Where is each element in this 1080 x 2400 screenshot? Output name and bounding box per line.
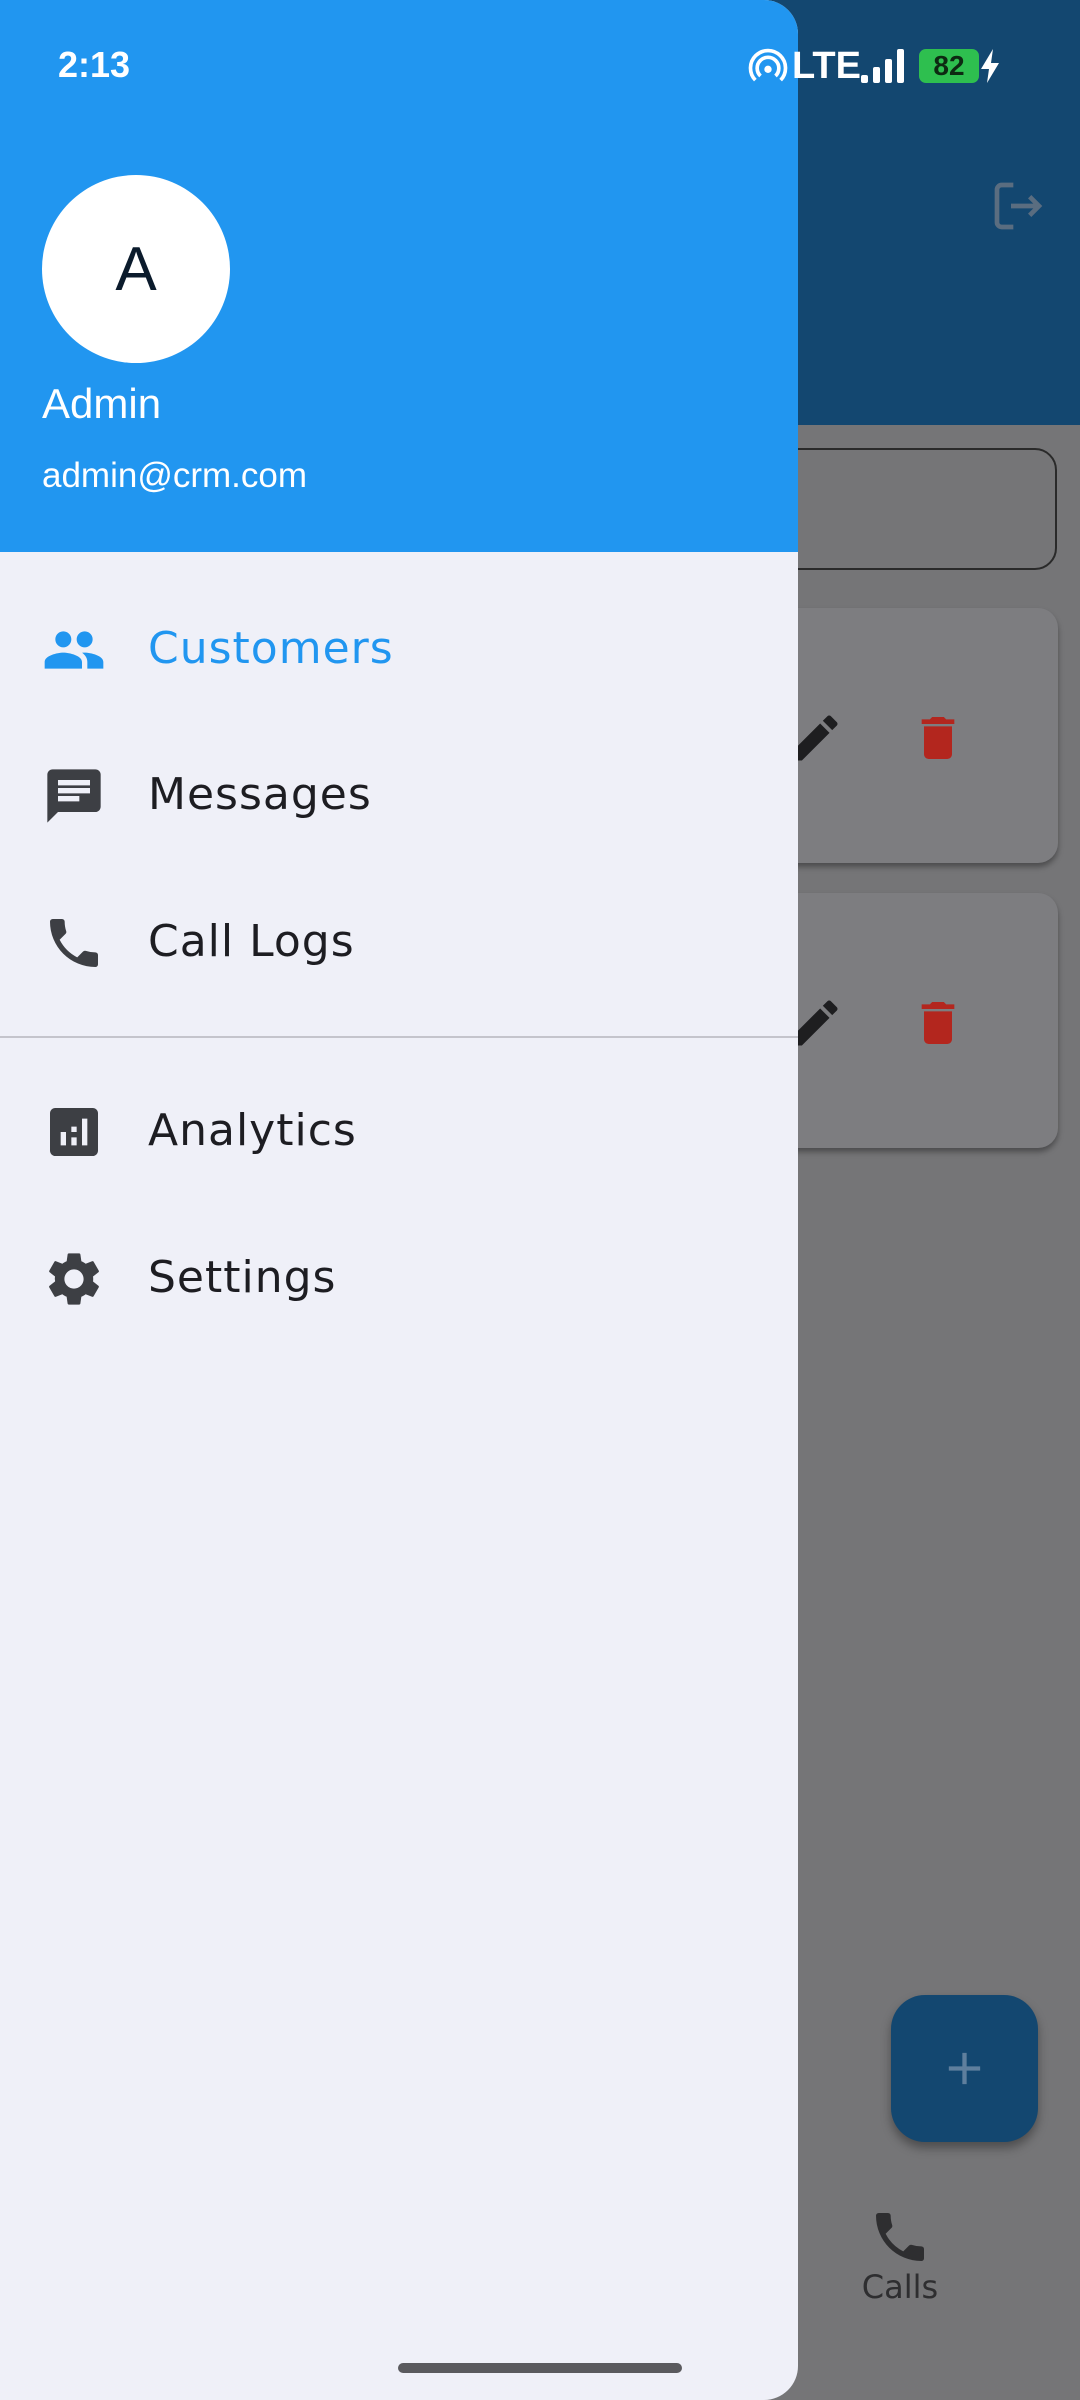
- drawer-item-call-logs[interactable]: Call Logs: [0, 870, 798, 1016]
- network-type: LTE: [792, 44, 861, 87]
- status-icons: LTE 82: [748, 44, 1003, 88]
- bottom-nav-calls-label[interactable]: Calls: [820, 2268, 980, 2306]
- add-button[interactable]: [891, 1995, 1038, 2142]
- hotspot-icon: [748, 48, 788, 82]
- drawer-item-messages[interactable]: Messages: [0, 723, 798, 869]
- drawer-item-label: Customers: [148, 623, 394, 674]
- drawer-item-customers[interactable]: Customers: [0, 577, 798, 723]
- people-icon: [44, 631, 104, 669]
- gear-icon: [49, 1253, 99, 1305]
- delete-icon[interactable]: [910, 995, 966, 1051]
- battery-indicator: 82: [918, 49, 979, 83]
- message-icon: [47, 769, 101, 823]
- drawer-item-label: Settings: [148, 1252, 337, 1303]
- phone-icon[interactable]: [868, 2205, 932, 2269]
- analytics-icon: [50, 1108, 98, 1156]
- plus-icon: [948, 2052, 981, 2085]
- avatar: A: [42, 175, 230, 363]
- drawer-item-label: Messages: [148, 769, 372, 820]
- logout-icon[interactable]: [990, 178, 1046, 234]
- delete-icon[interactable]: [910, 710, 966, 766]
- drawer-item-analytics[interactable]: Analytics: [0, 1059, 798, 1205]
- home-indicator[interactable]: [398, 2363, 682, 2373]
- phone-icon: [50, 919, 98, 967]
- drawer-item-label: Analytics: [148, 1105, 357, 1156]
- account-email: admin@crm.com: [42, 456, 308, 495]
- charging-icon: [980, 49, 999, 83]
- battery-level: 82: [933, 50, 965, 81]
- signal-icon: [860, 49, 904, 83]
- drawer-divider: [0, 1036, 798, 1038]
- status-time: 2:13: [58, 44, 131, 85]
- drawer-item-label: Call Logs: [148, 916, 355, 967]
- drawer-item-settings[interactable]: Settings: [0, 1206, 798, 1352]
- account-name: Admin: [42, 380, 162, 427]
- screen: ent Calls A Admin admin@crm.com: [0, 0, 1080, 2400]
- navigation-drawer: A Admin admin@crm.com Customers Messages…: [0, 0, 798, 2400]
